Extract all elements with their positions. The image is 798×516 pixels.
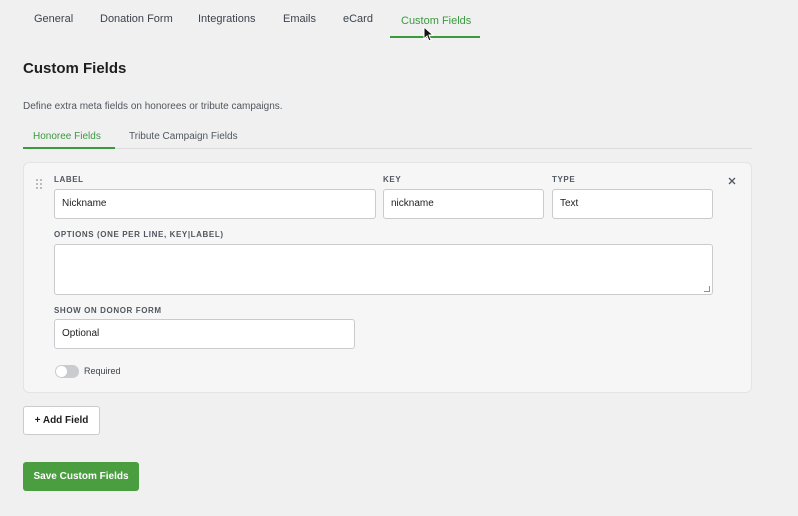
page-title: Custom Fields: [23, 60, 127, 77]
settings-tabs: General Donation Form Integrations Email…: [0, 0, 798, 38]
options-field-label: OPTIONS (ONE PER LINE, KEY|LABEL): [54, 230, 224, 239]
required-toggle[interactable]: [55, 365, 79, 378]
active-tab-indicator: [390, 36, 480, 38]
subtabs-divider: [23, 148, 752, 149]
save-custom-fields-button[interactable]: Save Custom Fields: [23, 462, 139, 491]
options-textarea[interactable]: [54, 244, 713, 295]
label-field-label: LABEL: [54, 175, 84, 184]
close-icon: [728, 177, 736, 185]
type-select[interactable]: Text: [552, 189, 713, 219]
key-field-label: KEY: [383, 175, 402, 184]
tab-ecard[interactable]: eCard: [343, 13, 373, 25]
tab-emails[interactable]: Emails: [283, 13, 316, 25]
active-subtab-indicator: [23, 147, 115, 149]
toggle-knob: [56, 366, 67, 377]
remove-field-button[interactable]: [726, 176, 738, 188]
tab-general[interactable]: General: [34, 13, 73, 25]
page-description: Define extra meta fields on honorees or …: [23, 101, 283, 112]
tab-custom-fields[interactable]: Custom Fields: [401, 15, 471, 27]
type-field-label: TYPE: [552, 175, 576, 184]
drag-handle-icon[interactable]: [35, 178, 45, 190]
tab-integrations[interactable]: Integrations: [198, 13, 255, 25]
show-on-donor-form-select[interactable]: Optional: [54, 319, 355, 349]
subtab-honoree-fields[interactable]: Honoree Fields: [33, 131, 101, 142]
key-input[interactable]: nickname: [383, 189, 544, 219]
show-on-donor-form-label: SHOW ON DONOR FORM: [54, 306, 162, 315]
subtab-tribute-campaign-fields[interactable]: Tribute Campaign Fields: [129, 131, 238, 142]
add-field-button[interactable]: + Add Field: [23, 406, 100, 435]
required-toggle-label: Required: [84, 366, 121, 376]
label-input[interactable]: Nickname: [54, 189, 376, 219]
resize-grip-icon[interactable]: [704, 286, 710, 292]
mouse-cursor-icon: [423, 26, 435, 42]
tab-donation-form[interactable]: Donation Form: [100, 13, 173, 25]
